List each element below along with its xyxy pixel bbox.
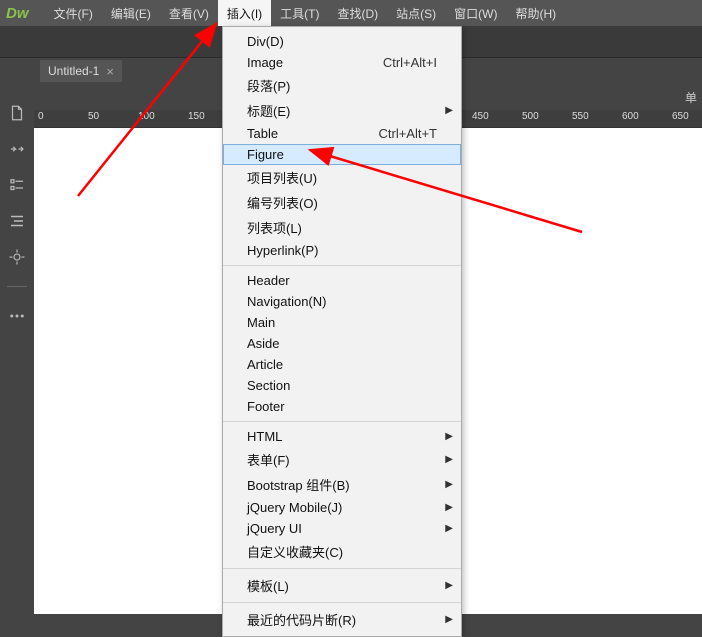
ruler-tick: 600	[622, 111, 639, 122]
menu-item[interactable]: Table Ctrl+Alt+T	[223, 123, 461, 144]
menu-item[interactable]: 标题(E) ▶	[223, 98, 461, 123]
menu-item[interactable]: 列表项(L)	[223, 215, 461, 240]
menu-item-label: 标题(E)	[247, 101, 437, 120]
menu-item-label: Header	[247, 273, 437, 288]
menu-insert[interactable]: 插入(I)	[218, 0, 271, 26]
menu-site[interactable]: 站点(S)	[387, 0, 445, 26]
menu-item-label: Aside	[247, 336, 437, 351]
menu-item-label: Bootstrap 组件(B)	[247, 475, 437, 494]
ruler-tick: 450	[472, 111, 489, 122]
ruler-tick: 50	[88, 111, 99, 122]
menu-item[interactable]: Figure	[223, 144, 461, 165]
menu-item[interactable]: 自定义收藏夹(C)	[223, 539, 461, 564]
expand-icon[interactable]	[8, 140, 26, 158]
menu-item-label: 段落(P)	[247, 76, 437, 95]
menu-item[interactable]: Navigation(N)	[223, 291, 461, 312]
menu-item-label: Hyperlink(P)	[247, 243, 437, 258]
ruler-tick: 100	[138, 111, 155, 122]
menu-item[interactable]: 模板(L) ▶	[223, 573, 461, 598]
ruler-tick: 500	[522, 111, 539, 122]
menu-item[interactable]: Header	[223, 270, 461, 291]
insert-menu-dropdown: Div(D) Image Ctrl+Alt+I 段落(P) 标题(E) ▶ Table Ctr…	[222, 26, 462, 637]
menu-item[interactable]: 编号列表(O)	[223, 190, 461, 215]
menu-shortcut: Ctrl+Alt+I	[383, 55, 437, 70]
menu-item-label: 最近的代码片断(R)	[247, 610, 437, 629]
menu-item[interactable]: HTML ▶	[223, 426, 461, 447]
menu-item-label: jQuery UI	[247, 521, 437, 536]
menu-item[interactable]: Bootstrap 组件(B) ▶	[223, 472, 461, 497]
ruler-tick: 150	[188, 111, 205, 122]
ruler-tick: 0	[38, 111, 44, 122]
chevron-right-icon: ▶	[445, 502, 453, 513]
logo: Dw	[6, 5, 29, 22]
menu-item-label: Image	[247, 55, 367, 70]
menu-item-label: Figure	[247, 147, 437, 162]
ruler-tick: 650	[672, 111, 689, 122]
menubar: Dw 文件(F) 编辑(E) 查看(V) 插入(I) 工具(T) 查找(D) 站…	[0, 0, 702, 26]
menu-item-label: Main	[247, 315, 437, 330]
menu-item-label: Article	[247, 357, 437, 372]
menu-item-label: Div(D)	[247, 34, 437, 49]
close-icon[interactable]: ×	[106, 65, 114, 78]
chevron-right-icon: ▶	[445, 523, 453, 534]
list-icon[interactable]	[8, 176, 26, 194]
menu-shortcut: Ctrl+Alt+T	[378, 126, 437, 141]
chevron-right-icon: ▶	[445, 479, 453, 490]
menu-item[interactable]: Aside	[223, 333, 461, 354]
menu-item-label: Footer	[247, 399, 437, 414]
menu-item[interactable]: Footer	[223, 396, 461, 417]
target-icon[interactable]	[8, 248, 26, 266]
menu-item-label: 模板(L)	[247, 576, 437, 595]
menu-item-label: jQuery Mobile(J)	[247, 500, 437, 515]
indent-icon[interactable]	[8, 212, 26, 230]
menu-tools[interactable]: 工具(T)	[271, 0, 328, 26]
menu-item-label: 表单(F)	[247, 450, 437, 469]
separator	[7, 286, 27, 287]
menu-item-label: 列表项(L)	[247, 218, 437, 237]
menu-item[interactable]: 项目列表(U)	[223, 165, 461, 190]
menu-item[interactable]: jQuery Mobile(J) ▶	[223, 497, 461, 518]
chevron-right-icon: ▶	[445, 614, 453, 625]
menu-item[interactable]: jQuery UI ▶	[223, 518, 461, 539]
chevron-right-icon: ▶	[445, 431, 453, 442]
menu-help[interactable]: 帮助(H)	[506, 0, 565, 26]
chevron-right-icon: ▶	[445, 105, 453, 116]
menu-file[interactable]: 文件(F)	[45, 0, 102, 26]
menu-item-label: Navigation(N)	[247, 294, 437, 309]
menu-edit[interactable]: 编辑(E)	[102, 0, 160, 26]
menu-item-label: 项目列表(U)	[247, 168, 437, 187]
chevron-right-icon: ▶	[445, 580, 453, 591]
menu-item[interactable]: Hyperlink(P)	[223, 240, 461, 261]
menu-item[interactable]: 最近的代码片断(R) ▶	[223, 607, 461, 632]
chevron-right-icon: ▶	[445, 454, 453, 465]
ruler-tick: 550	[572, 111, 589, 122]
tab-untitled[interactable]: Untitled-1 ×	[40, 60, 122, 82]
menu-item[interactable]: Div(D)	[223, 31, 461, 52]
menu-find[interactable]: 查找(D)	[328, 0, 387, 26]
menu-item[interactable]: 段落(P)	[223, 73, 461, 98]
menu-view[interactable]: 查看(V)	[160, 0, 218, 26]
menu-window[interactable]: 窗口(W)	[445, 0, 506, 26]
menu-item[interactable]: 表单(F) ▶	[223, 447, 461, 472]
view-label[interactable]: 单	[685, 89, 697, 106]
menu-item-label: 自定义收藏夹(C)	[247, 542, 437, 561]
left-toolbar	[0, 84, 34, 614]
menu-item[interactable]: Image Ctrl+Alt+I	[223, 52, 461, 73]
file-icon[interactable]	[8, 104, 26, 122]
menu-item[interactable]: Main	[223, 312, 461, 333]
menu-item[interactable]: Section	[223, 375, 461, 396]
menu-item-label: Table	[247, 126, 362, 141]
menu-item-label: HTML	[247, 429, 437, 444]
more-icon[interactable]	[8, 307, 26, 325]
menu-item-label: 编号列表(O)	[247, 193, 437, 212]
menu-item-label: Section	[247, 378, 437, 393]
menu-item[interactable]: Article	[223, 354, 461, 375]
tab-title: Untitled-1	[48, 64, 99, 78]
